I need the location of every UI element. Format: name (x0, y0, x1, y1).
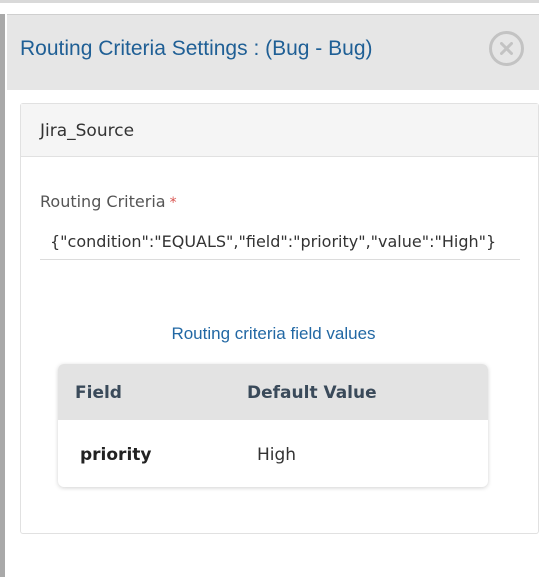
source-panel: Jira_Source Routing Criteria* Routing cr… (20, 103, 539, 534)
field-values-table: Field Default Value priority High (58, 364, 488, 487)
routing-criteria-label: Routing Criteria * (40, 192, 177, 211)
dialog-left-edge (0, 14, 5, 577)
field-values-caption: Routing criteria field values (171, 324, 376, 343)
table-row: priority High (58, 420, 488, 487)
column-header-default-value: Default Value (247, 383, 377, 403)
dialog-header: Routing Criteria Settings : (Bug - Bug) (7, 14, 539, 90)
dialog-title: Routing Criteria Settings : (Bug - Bug) (20, 37, 373, 60)
source-panel-title: Jira_Source (40, 121, 135, 141)
close-icon (500, 42, 513, 55)
routing-criteria-label-text: Routing Criteria (40, 192, 166, 211)
top-divider (0, 0, 539, 3)
row-default-value-cell: High (257, 445, 297, 465)
page: Routing Criteria Settings : (Bug - Bug) … (0, 0, 551, 577)
close-button[interactable] (489, 31, 524, 66)
table-header: Field Default Value (58, 364, 488, 420)
row-field-cell: priority (80, 445, 152, 465)
required-marker: * (169, 195, 177, 211)
column-header-field: Field (75, 383, 122, 403)
source-panel-header: Jira_Source (21, 104, 538, 157)
routing-criteria-input[interactable] (40, 224, 520, 260)
